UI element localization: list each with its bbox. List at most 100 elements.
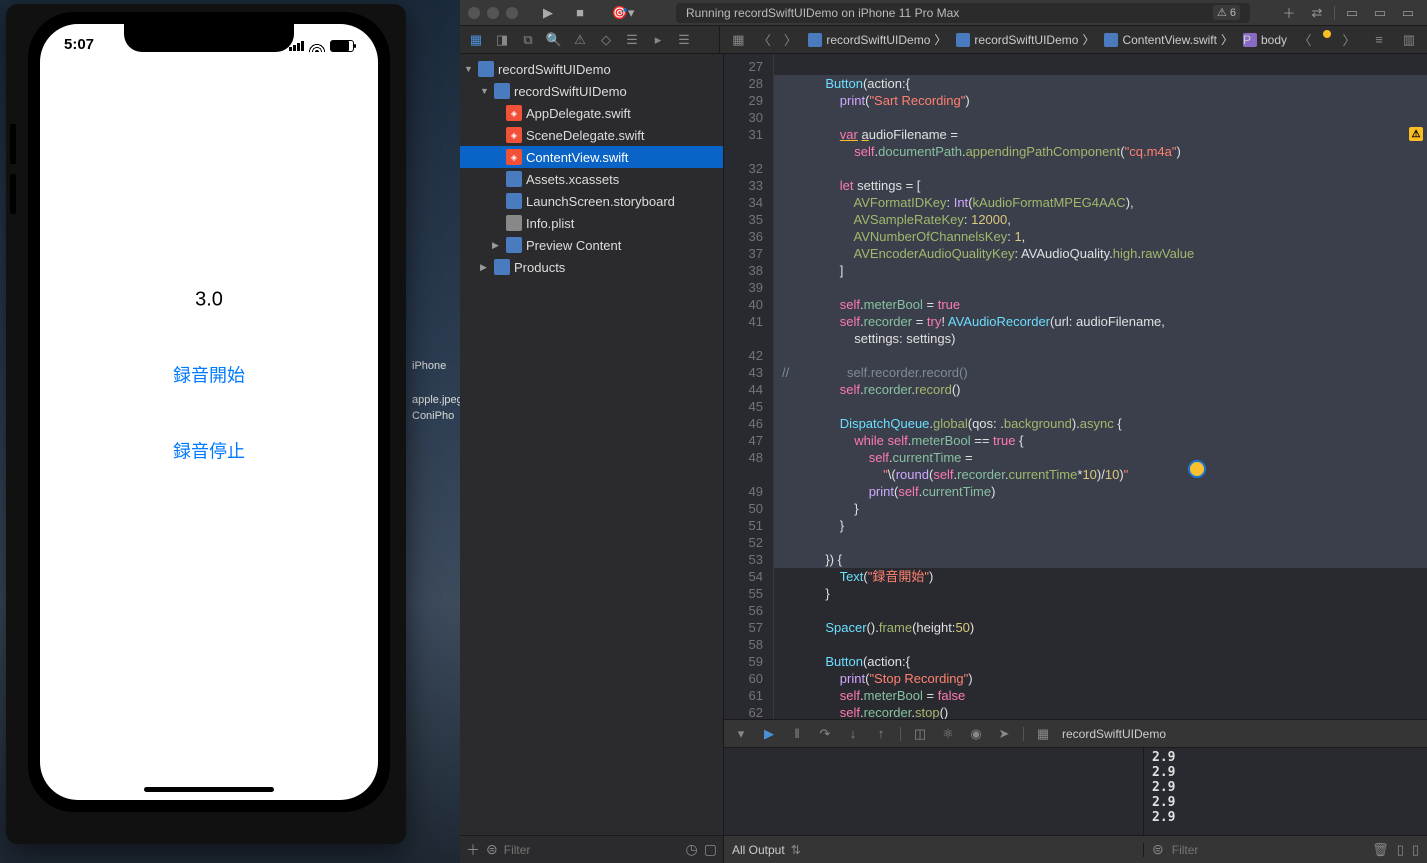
output-selector[interactable]: All Output <box>732 843 785 857</box>
line-gutter[interactable]: 2728293031323334353637383940414243444546… <box>724 54 774 719</box>
trash-icon[interactable]: 🗑 <box>1372 842 1389 858</box>
debug-footer: All Output⇅ ⊜ 🗑 ▯ ▯ <box>724 835 1427 863</box>
desktop-file-label[interactable]: iPhone <box>412 360 456 372</box>
back-button[interactable]: 〈 <box>752 30 776 50</box>
location-icon[interactable]: ➤ <box>995 726 1013 742</box>
step-over-icon[interactable]: ↷ <box>816 726 834 742</box>
breakpoint-navigator-icon[interactable]: ▸ <box>646 30 670 50</box>
issue-navigator-icon[interactable]: ⚠ <box>568 30 592 50</box>
view-debug-icon[interactable]: ◫ <box>911 726 929 742</box>
console-filter-input[interactable] <box>1172 843 1364 857</box>
swift-icon <box>506 127 522 143</box>
hide-debug-icon[interactable]: ▾ <box>732 726 750 742</box>
filter-icon: ⊜ <box>1152 841 1164 858</box>
step-out-icon[interactable]: ↑ <box>872 726 890 741</box>
jump-group[interactable]: recordSwiftUIDemo 〉 <box>952 29 1098 50</box>
record-stop-button[interactable]: 録音停止 <box>173 437 245 463</box>
source-control-navigator-icon[interactable]: ◨ <box>490 30 514 50</box>
scm-filter-icon[interactable]: ▢ <box>704 841 717 858</box>
window-controls <box>468 7 518 19</box>
warning-icon[interactable] <box>1323 30 1331 38</box>
library-button[interactable]: ＋ <box>1278 5 1300 21</box>
app-content: 3.0 録音開始 録音停止 <box>173 288 245 513</box>
desktop-file-label[interactable]: apple.jpeg <box>412 394 456 406</box>
prev-issue-icon[interactable]: 〈 <box>1293 30 1317 50</box>
filter-icon: ⊜ <box>486 841 498 858</box>
jump-file[interactable]: ContentView.swift 〉 <box>1100 29 1237 50</box>
stop-button[interactable]: ■ <box>566 4 594 22</box>
toggle-console-icon[interactable]: ▯ <box>1412 842 1419 858</box>
tree-file-selected[interactable]: ContentView.swift <box>460 146 723 168</box>
test-navigator-icon[interactable]: ◇ <box>594 30 618 50</box>
jump-project[interactable]: recordSwiftUIDemo 〉 <box>804 29 950 50</box>
plist-icon <box>506 215 522 231</box>
related-items-icon[interactable]: ▦ <box>726 30 750 50</box>
desktop-icons: iPhone ⇪ apple.jpeg ConiPho <box>412 360 456 426</box>
report-navigator-icon[interactable]: ☰ <box>672 30 696 50</box>
close-window-icon[interactable] <box>468 7 480 19</box>
status-bar: 5:07 <box>40 36 378 56</box>
toggle-variables-icon[interactable]: ▯ <box>1397 842 1404 858</box>
tree-group[interactable]: ▶Preview Content <box>460 234 723 256</box>
tree-file[interactable]: LaunchScreen.storyboard <box>460 190 723 212</box>
warnings-badge[interactable]: ⚠ 6 <box>1213 5 1240 20</box>
record-start-button[interactable]: 録音開始 <box>173 361 245 387</box>
home-indicator[interactable] <box>144 787 274 792</box>
debug-navigator-icon[interactable]: ☰ <box>620 30 644 50</box>
wifi-icon <box>309 40 325 52</box>
code-content[interactable]: Button(action:{ print("Sart Recording") … <box>774 54 1427 719</box>
swift-icon <box>506 105 522 121</box>
code-review-button[interactable]: ⇄ <box>1306 5 1328 21</box>
next-issue-icon[interactable]: 〉 <box>1337 30 1361 50</box>
desktop-file-label[interactable]: ConiPho <box>412 410 456 422</box>
folder-icon <box>956 33 970 47</box>
forward-button[interactable]: 〉 <box>778 30 802 50</box>
minimize-window-icon[interactable] <box>487 7 499 19</box>
volume-down-button[interactable] <box>10 174 16 214</box>
toggle-inspector-icon[interactable]: ▭ <box>1397 5 1419 21</box>
run-button[interactable]: ▶ <box>534 4 562 22</box>
tree-group[interactable]: ▶Products <box>460 256 723 278</box>
zoom-window-icon[interactable] <box>506 7 518 19</box>
battery-icon <box>330 40 354 52</box>
breakpoints-toggle-icon[interactable]: ▶ <box>760 726 778 742</box>
add-editor-icon[interactable]: ▥ <box>1397 30 1421 50</box>
find-navigator-icon[interactable]: 🔍 <box>542 30 566 50</box>
environment-overrides-icon[interactable]: ◉ <box>967 726 985 742</box>
toggle-debug-icon[interactable]: ▭ <box>1369 5 1391 21</box>
process-name[interactable]: recordSwiftUIDemo <box>1062 727 1166 741</box>
editor-options-icon[interactable]: ≡ <box>1367 30 1391 50</box>
toggle-navigator-icon[interactable]: ▭ <box>1341 5 1363 21</box>
scheme-selector[interactable]: 🎯▾ <box>598 4 648 22</box>
tree-file[interactable]: Info.plist <box>460 212 723 234</box>
file-tree[interactable]: ▼recordSwiftUIDemo ▼recordSwiftUIDemo Ap… <box>460 54 723 835</box>
jump-bar[interactable]: ▦ 〈 〉 recordSwiftUIDemo 〉 recordSwiftUID… <box>720 26 1427 53</box>
warning-indicator[interactable]: ⚠ <box>1409 127 1423 141</box>
variables-view[interactable] <box>724 748 1144 835</box>
debug-toolbar: ▾ ▶ ‖ ↷ ↓ ↑ ◫ ⚛ ◉ ➤ ▦ recordSwiftUIDemo <box>724 720 1427 748</box>
tree-file[interactable]: SceneDelegate.swift <box>460 124 723 146</box>
console-output[interactable]: 2.9 2.9 2.9 2.9 2.9 <box>1144 748 1427 835</box>
memory-graph-icon[interactable]: ⚛ <box>939 726 957 742</box>
source-editor[interactable]: 2728293031323334353637383940414243444546… <box>724 54 1427 719</box>
volume-up-button[interactable] <box>10 124 16 164</box>
phone-screen[interactable]: 5:07 3.0 録音開始 録音停止 <box>40 24 378 800</box>
pause-icon[interactable]: ‖ <box>788 726 806 741</box>
step-into-icon[interactable]: ↓ <box>844 726 862 741</box>
title-bar[interactable]: ▶ ■ 🎯▾ Running recordSwiftUIDemo on iPho… <box>460 0 1427 26</box>
tree-file[interactable]: Assets.xcassets <box>460 168 723 190</box>
add-icon[interactable]: ＋ <box>466 840 480 860</box>
project-icon <box>478 61 494 77</box>
jump-symbol[interactable]: Pbody <box>1239 31 1291 49</box>
folder-icon <box>506 237 522 253</box>
recent-filter-icon[interactable]: ◷ <box>686 841 698 858</box>
property-icon: P <box>1243 33 1257 47</box>
activity-viewer[interactable]: Running recordSwiftUIDemo on iPhone 11 P… <box>676 3 1250 23</box>
tree-file[interactable]: AppDelegate.swift <box>460 102 723 124</box>
project-navigator-icon[interactable]: ▦ <box>464 30 488 50</box>
process-icon: ▦ <box>1034 726 1052 742</box>
navigator-filter-input[interactable] <box>504 843 680 857</box>
tree-project[interactable]: ▼recordSwiftUIDemo <box>460 58 723 80</box>
symbol-navigator-icon[interactable]: ⧉ <box>516 30 540 50</box>
tree-group[interactable]: ▼recordSwiftUIDemo <box>460 80 723 102</box>
